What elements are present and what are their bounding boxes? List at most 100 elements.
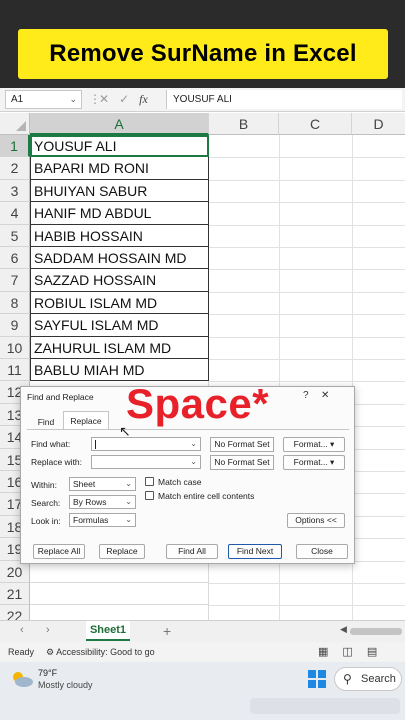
help-icon[interactable]: ? <box>303 390 309 401</box>
cell-a6[interactable]: SADDAM HOSSAIN MD <box>30 247 209 270</box>
cloud-sun-icon[interactable] <box>10 670 34 688</box>
row-header[interactable]: 10 <box>0 336 30 359</box>
gridline <box>209 179 405 181</box>
tab-find[interactable]: Find <box>31 415 61 429</box>
status-ready: Ready <box>8 647 35 657</box>
select-all-corner[interactable] <box>0 113 30 135</box>
page-break-icon[interactable]: ▤ <box>367 645 377 658</box>
windows-start-icon[interactable] <box>308 670 326 688</box>
match-entire-label: Match entire cell contents <box>158 491 255 501</box>
close-button[interactable]: Close <box>296 544 348 559</box>
cell-a3[interactable]: BHUIYAN SABUR <box>30 179 209 203</box>
horizontal-scrollbar[interactable] <box>350 628 402 635</box>
search-select[interactable]: By Rows ⌄ <box>69 495 136 509</box>
row-header[interactable]: 7 <box>0 269 30 292</box>
find-format-button[interactable]: Format... ▾ <box>283 437 345 452</box>
gridline <box>209 605 405 607</box>
match-entire-checkbox[interactable] <box>145 491 154 500</box>
row-header[interactable]: 2 <box>0 157 30 180</box>
add-sheet-icon[interactable]: + <box>163 623 171 639</box>
taskbar-search-label: Search <box>361 673 396 685</box>
chevron-down-icon[interactable]: ⌄ <box>125 497 132 506</box>
cell-a5[interactable]: HABIB HOSSAIN <box>30 224 209 247</box>
column-header-d[interactable]: D <box>352 113 405 135</box>
gridline <box>209 583 405 584</box>
row-header[interactable]: 1 <box>0 135 30 158</box>
column-header-b[interactable]: B <box>209 113 279 135</box>
column-header-c[interactable]: C <box>279 113 352 135</box>
gridline <box>209 359 405 360</box>
insert-function-icon[interactable]: fx <box>139 92 148 107</box>
match-case-label: Match case <box>158 477 202 487</box>
search-icon: ⚲ <box>343 672 352 686</box>
close-icon[interactable]: ✕ <box>321 390 329 401</box>
tab-replace[interactable]: Replace <box>63 411 109 429</box>
screen: Remove SurName in Excel A1 ⌄ ⋮ ✕ ✓ fx YO… <box>0 0 405 720</box>
row-header[interactable]: 8 <box>0 291 30 315</box>
taskbar-search[interactable]: ⚲ Search <box>334 667 402 691</box>
cell-empty[interactable] <box>30 583 209 606</box>
cell-a2[interactable]: BAPARI MD RONI <box>30 157 209 180</box>
replace-with-input[interactable]: ⌄ <box>91 455 201 469</box>
replace-all-button[interactable]: Replace All <box>33 544 85 559</box>
scroll-left-icon[interactable]: ◀ <box>340 624 347 635</box>
cell-a7[interactable]: SAZZAD HOSSAIN <box>30 269 209 292</box>
page-layout-icon[interactable]: ◫ <box>342 645 352 658</box>
weather-description: Mostly cloudy <box>38 680 93 690</box>
chevron-down-icon[interactable]: ⌄ <box>69 94 77 105</box>
row-header[interactable]: 11 <box>0 359 30 382</box>
chevron-left-icon[interactable]: ‹ <box>20 624 24 636</box>
name-box-value: A1 <box>11 94 24 105</box>
formula-bar: A1 ⌄ ⋮ ✕ ✓ fx YOUSUF ALI <box>0 88 405 112</box>
accessibility-status[interactable]: ⚙ Accessibility: Good to go <box>46 647 155 658</box>
cell-a10[interactable]: ZAHURUL ISLAM MD <box>30 336 209 359</box>
replace-with-label: Replace with: <box>31 457 83 467</box>
cell-a8[interactable]: ROBIUL ISLAM MD <box>30 291 209 315</box>
row-header[interactable]: 5 <box>0 224 30 247</box>
find-next-button[interactable]: Find Next <box>228 544 282 559</box>
row-header[interactable]: 9 <box>0 314 30 337</box>
ribbon: Remove SurName in Excel <box>0 0 405 88</box>
gridline <box>209 269 405 271</box>
search-value: By Rows <box>73 497 107 507</box>
accessibility-label: Accessibility: Good to go <box>56 647 155 657</box>
chevron-down-icon[interactable]: ⌄ <box>125 515 132 524</box>
options-button[interactable]: Options << <box>287 513 345 528</box>
taskbar: 79°F Mostly cloudy ⚲ Search <box>0 662 405 720</box>
find-what-input[interactable]: ⌄ <box>91 437 201 451</box>
chevron-right-icon[interactable]: › <box>46 624 50 636</box>
formula-input[interactable]: YOUSUF ALI <box>166 90 402 109</box>
status-bar: Ready ⚙ Accessibility: Good to go ▦ ◫ ▤ <box>0 642 405 662</box>
cell-a1[interactable]: YOUSUF ALI <box>30 135 209 158</box>
look-in-label: Look in: <box>31 516 61 526</box>
gridline <box>209 247 405 248</box>
match-case-checkbox[interactable] <box>145 477 154 486</box>
cancel-icon[interactable]: ✕ <box>99 92 109 107</box>
replace-button[interactable]: Replace <box>99 544 145 559</box>
chevron-down-icon[interactable]: ⌄ <box>190 439 197 448</box>
sheet-tab-sheet1[interactable]: Sheet1 <box>86 621 130 641</box>
check-icon[interactable]: ✓ <box>119 92 129 107</box>
chevron-down-icon[interactable]: ⌄ <box>190 457 197 466</box>
find-format-label: Format... <box>293 439 328 449</box>
banner-title: Remove SurName in Excel <box>49 40 357 67</box>
tab-divider <box>27 429 349 430</box>
row-header[interactable]: 3 <box>0 179 30 203</box>
name-box[interactable]: A1 ⌄ <box>5 90 82 109</box>
cell-a11[interactable]: BABLU MIAH MD <box>30 359 209 382</box>
row-header[interactable]: 4 <box>0 202 30 225</box>
row-header[interactable]: 21 <box>0 583 30 606</box>
look-in-select[interactable]: Formulas ⌄ <box>69 513 136 527</box>
gridline <box>209 157 405 159</box>
chevron-down-icon[interactable]: ⌄ <box>125 479 132 488</box>
column-header-a[interactable]: A <box>30 113 209 135</box>
within-select[interactable]: Sheet ⌄ <box>69 477 136 491</box>
find-all-button[interactable]: Find All <box>166 544 218 559</box>
find-format-status: No Format Set <box>210 437 274 452</box>
cell-a9[interactable]: SAYFUL ISLAM MD <box>30 314 209 337</box>
row-header[interactable]: 6 <box>0 247 30 270</box>
cell-a4[interactable]: HANIF MD ABDUL <box>30 202 209 225</box>
normal-view-icon[interactable]: ▦ <box>318 645 328 658</box>
replace-format-button[interactable]: Format... ▾ <box>283 455 345 470</box>
find-what-label: Find what: <box>31 439 71 449</box>
